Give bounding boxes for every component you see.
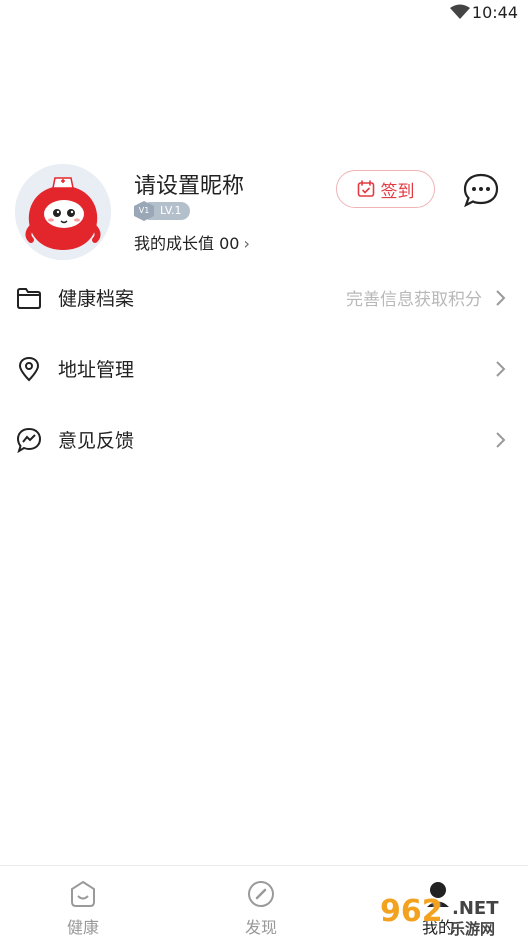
watermark-cn: 乐游网 bbox=[450, 920, 496, 938]
avatar[interactable] bbox=[15, 164, 111, 260]
mascot-icon bbox=[15, 164, 111, 260]
menu-item-hint: 完善信息获取积分 bbox=[346, 290, 482, 310]
signin-button[interactable]: 签到 bbox=[336, 170, 435, 208]
folder-icon bbox=[17, 288, 41, 309]
message-icon[interactable] bbox=[462, 172, 500, 208]
chevron-right-icon bbox=[496, 432, 506, 448]
menu-item-health-record[interactable]: 健康档案 完善信息获取积分 bbox=[0, 262, 528, 333]
status-bar: 10:44 bbox=[0, 0, 528, 26]
status-time: 10:44 bbox=[471, 3, 518, 22]
wifi-icon bbox=[450, 4, 470, 19]
profile-header: 请设置昵称 LV.1 V1 我的成长值 00 › 签到 bbox=[0, 160, 528, 270]
menu-list: 健康档案 完善信息获取积分 地址管理 意见反馈 bbox=[0, 262, 528, 475]
menu-item-feedback[interactable]: 意见反馈 bbox=[0, 404, 528, 475]
location-pin-icon bbox=[18, 356, 40, 382]
growth-value-text: 我的成长值 00 bbox=[134, 234, 240, 253]
feedback-icon bbox=[16, 427, 42, 453]
watermark-net: .NET bbox=[452, 898, 499, 919]
tab-health[interactable]: 健康 bbox=[43, 880, 123, 938]
tab-label: 发现 bbox=[244, 918, 277, 937]
health-face-icon bbox=[71, 880, 95, 907]
menu-item-label: 地址管理 bbox=[58, 359, 135, 381]
chevron-right-icon bbox=[496, 290, 506, 306]
menu-item-label: 健康档案 bbox=[58, 288, 135, 310]
tab-label: 健康 bbox=[66, 918, 99, 937]
bottom-tab-bar: 健康 发现 我的 962 .NET 乐游网 bbox=[0, 865, 528, 946]
menu-item-address[interactable]: 地址管理 bbox=[0, 333, 528, 404]
nickname[interactable]: 请设置昵称 bbox=[134, 168, 244, 200]
tab-discover[interactable]: 发现 bbox=[221, 880, 301, 938]
level-pill: LV.1 bbox=[148, 202, 190, 220]
chevron-right-icon: › bbox=[243, 234, 250, 253]
signin-label: 签到 bbox=[380, 181, 415, 202]
chevron-right-icon bbox=[496, 361, 506, 377]
compass-icon bbox=[248, 881, 274, 907]
growth-value-link[interactable]: 我的成长值 00 › bbox=[134, 230, 250, 254]
watermark-logo: 962 .NET 乐游网 bbox=[380, 894, 520, 940]
menu-item-label: 意见反馈 bbox=[58, 430, 135, 452]
watermark-number: 962 bbox=[380, 894, 443, 929]
calendar-icon bbox=[357, 180, 374, 197]
